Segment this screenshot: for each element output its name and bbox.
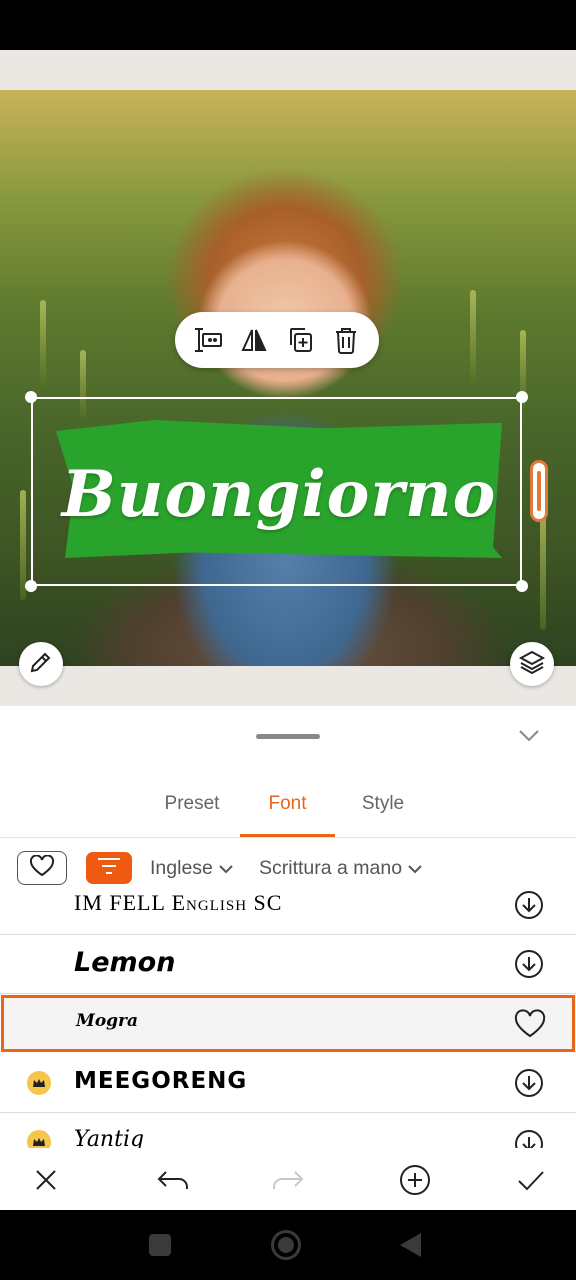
collapse-panel-button[interactable]	[512, 722, 546, 752]
tab-font[interactable]: Font	[240, 786, 335, 826]
sheet-drag-handle[interactable]	[256, 734, 320, 739]
selection-box[interactable]	[31, 397, 522, 586]
crown-icon	[27, 1071, 51, 1095]
layers-button[interactable]	[510, 642, 554, 686]
resize-handle-bottom-right[interactable]	[516, 580, 528, 592]
pencil-icon	[28, 649, 54, 679]
list-item[interactable]: IM FELL English SC	[0, 876, 576, 935]
download-icon[interactable]	[512, 888, 546, 922]
heart-icon[interactable]	[513, 1007, 547, 1041]
resize-handle-top-right[interactable]	[516, 391, 528, 403]
sticker-toolbar	[175, 312, 379, 368]
text-edit-icon[interactable]	[191, 323, 225, 357]
list-item-selected[interactable]: Mogra	[1, 995, 575, 1052]
download-icon[interactable]	[512, 1127, 546, 1148]
list-item[interactable]: MEEGORENG	[0, 1054, 576, 1113]
stretch-handle[interactable]	[530, 460, 548, 522]
resize-handle-bottom-left[interactable]	[25, 580, 37, 592]
undo-icon[interactable]	[153, 1160, 193, 1200]
add-icon[interactable]	[395, 1160, 435, 1200]
chevron-down-icon	[517, 727, 541, 747]
font-name: Yantiq	[74, 1127, 145, 1148]
list-item[interactable]: Lemon	[0, 935, 576, 994]
duplicate-icon[interactable]	[283, 323, 317, 357]
confirm-icon[interactable]	[511, 1160, 551, 1200]
delete-icon[interactable]	[329, 323, 363, 357]
download-icon[interactable]	[512, 1066, 546, 1100]
layers-icon	[518, 648, 546, 680]
back-icon[interactable]	[400, 1233, 421, 1257]
flip-icon[interactable]	[237, 323, 271, 357]
tab-style[interactable]: Style	[342, 786, 424, 826]
font-name: Lemon	[74, 947, 176, 978]
edit-button[interactable]	[19, 642, 63, 686]
resize-handle-top-left[interactable]	[25, 391, 37, 403]
font-name: IM FELL English SC	[74, 890, 283, 915]
close-icon[interactable]	[26, 1160, 66, 1200]
tab-preset[interactable]: Preset	[150, 786, 234, 826]
recents-icon[interactable]	[149, 1234, 171, 1256]
redo-icon[interactable]	[268, 1160, 308, 1200]
crown-icon	[27, 1130, 51, 1148]
home-icon[interactable]	[271, 1230, 301, 1260]
font-name: MEEGORENG	[74, 1068, 248, 1094]
download-icon[interactable]	[512, 947, 546, 981]
status-bar	[0, 0, 576, 50]
list-item[interactable]: Yantiq	[0, 1113, 576, 1148]
tab-divider	[0, 837, 576, 838]
font-name: Mogra	[76, 1011, 139, 1031]
